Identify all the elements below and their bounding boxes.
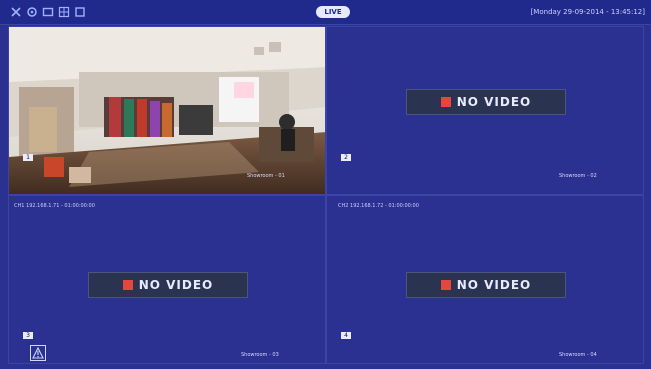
camera-grid: 1 Showroom - 01 NO VIDEO 2 Showroom - 02… [8, 26, 644, 364]
camera-name: Showroom - 03 [241, 352, 279, 358]
camera-tile-2[interactable]: NO VIDEO 2 Showroom - 02 [326, 26, 644, 195]
camera-tile-3[interactable]: NO VIDEO 3 Showroom - 03 [8, 195, 326, 364]
camera-name: Showroom - 02 [559, 173, 597, 179]
no-video-panel: NO VIDEO [406, 272, 566, 298]
fullscreen-icon[interactable] [74, 6, 86, 18]
no-video-label: NO VIDEO [456, 278, 532, 292]
layout-icon[interactable] [42, 6, 54, 18]
camera-tile-4[interactable]: NO VIDEO 4 Showroom - 04 [326, 195, 644, 364]
record-icon [122, 280, 133, 290]
camera-name: Showroom - 04 [559, 352, 597, 358]
grid-icon[interactable] [58, 6, 70, 18]
camera-feed-image [9, 27, 325, 194]
camera-name: Showroom - 01 [247, 173, 285, 179]
camera-id: 3 [23, 332, 33, 339]
camera-tile-1[interactable]: 1 Showroom - 01 [8, 26, 326, 195]
settings-icon[interactable] [26, 6, 38, 18]
close-icon[interactable] [10, 6, 22, 18]
camera-id: 1 [23, 154, 33, 161]
warning-icon [32, 347, 44, 359]
record-icon [440, 97, 451, 107]
no-video-label: NO VIDEO [456, 95, 532, 109]
top-bar: LIVE [Monday 29-09-2014 - 13:45:12] [0, 0, 651, 25]
channel-info-right: CH2 192.168.1.72 - 01:00:00:00 [338, 203, 419, 209]
datetime-text: [Monday 29-09-2014 - 13:45:12] [530, 8, 645, 16]
no-video-label: NO VIDEO [138, 278, 214, 292]
no-video-panel: NO VIDEO [406, 89, 566, 115]
warning-button[interactable] [30, 345, 46, 361]
channel-info-left: CH1 192.168.1.71 - 01:00:00:00 [14, 203, 95, 209]
camera-id: 4 [341, 332, 351, 339]
no-video-panel: NO VIDEO [88, 272, 248, 298]
record-icon [440, 280, 451, 290]
live-pill[interactable]: LIVE [316, 6, 350, 18]
camera-id: 2 [341, 154, 351, 161]
